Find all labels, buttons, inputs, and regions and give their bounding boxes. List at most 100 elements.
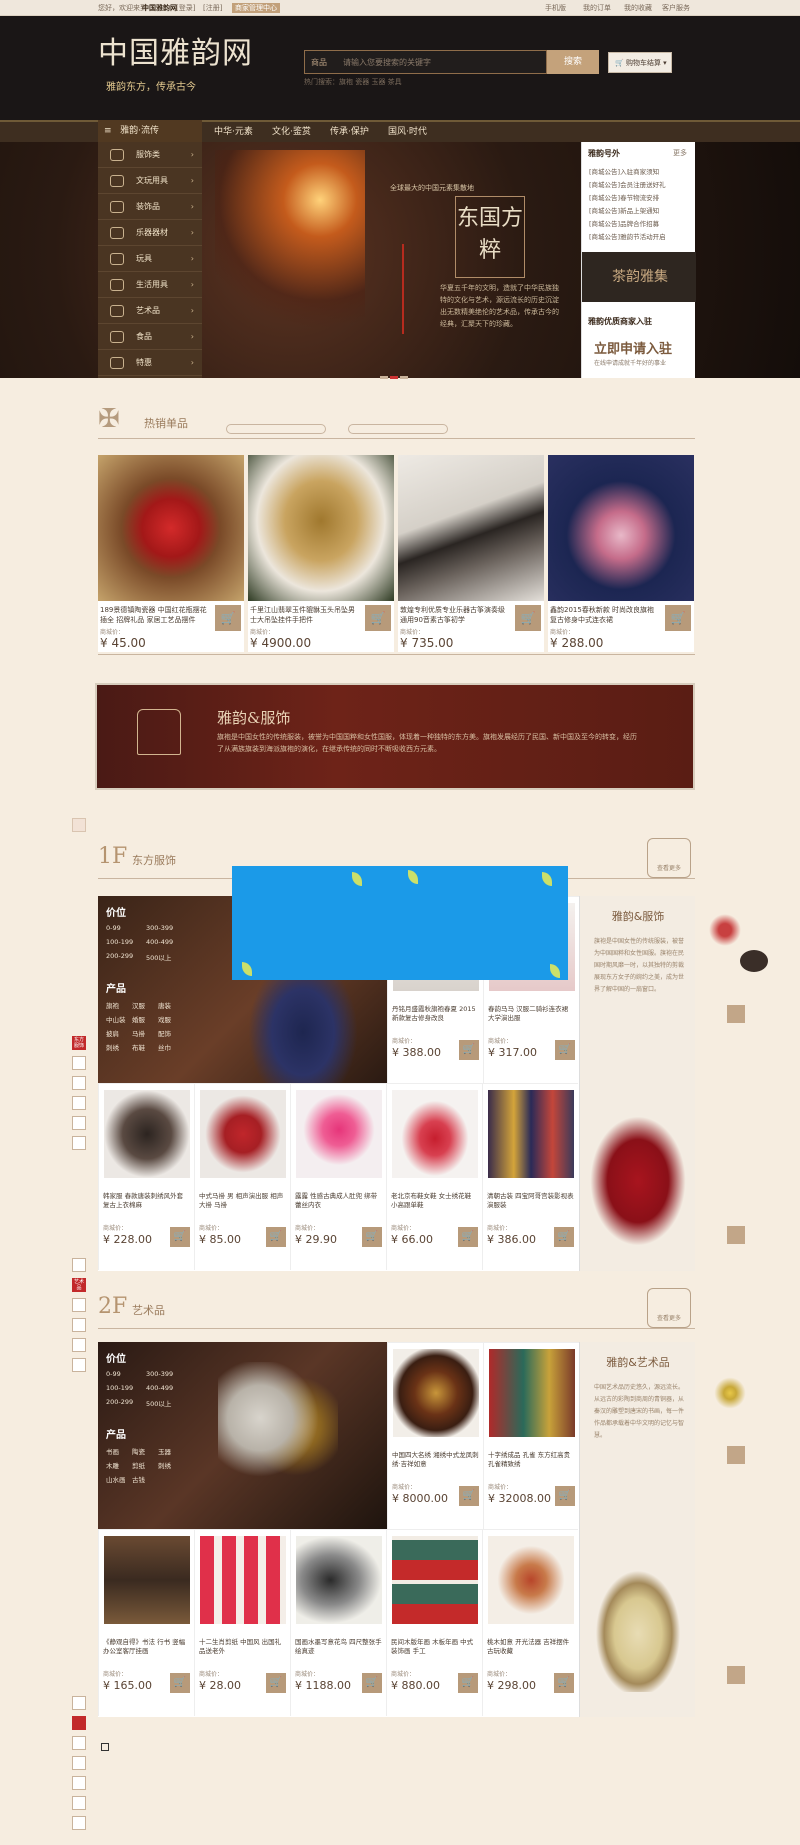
- product-tag[interactable]: 丝巾: [158, 1042, 171, 1052]
- price-filter-option[interactable]: 300-399: [146, 1370, 173, 1378]
- floor-nav-icon[interactable]: [72, 1056, 86, 1070]
- banner-dot[interactable]: [390, 376, 398, 379]
- nav-item-2[interactable]: 文化·鉴赏: [272, 124, 311, 137]
- floor-nav-icon[interactable]: [72, 1696, 86, 1710]
- floor-nav-icon[interactable]: [72, 1116, 86, 1130]
- price-filter-option[interactable]: 200-299: [106, 1398, 133, 1406]
- product-name[interactable]: 韩家服 春款唐装刺绣风外套 复古上衣棉麻: [103, 1192, 191, 1210]
- product-card[interactable]: 189景德镇陶瓷器 中国红花瓶摆花 插全 招牌礼品 家居工艺品摆件 商城价： ¥…: [98, 455, 244, 652]
- product-image[interactable]: [489, 1349, 575, 1437]
- product-name[interactable]: 十二生肖剪纸 中国风 出国礼品送老外: [199, 1638, 287, 1656]
- site-logo[interactable]: 中国雅韵网: [98, 28, 273, 71]
- product-name[interactable]: 鑫韵2015春秋新款 时尚改良旗袍 复古修身中式连衣裙: [550, 605, 660, 625]
- sidebar-item-art[interactable]: 艺术品 ›: [98, 298, 202, 324]
- add-to-cart-button[interactable]: 🛒: [458, 1673, 478, 1693]
- product-name[interactable]: 民间木版年画 木板年画 中式装饰画 手工: [391, 1638, 479, 1656]
- merchant-center-link[interactable]: 商家管理中心: [232, 3, 280, 13]
- search-input[interactable]: 请输入您要搜索的关键字: [343, 57, 431, 68]
- price-filter-option[interactable]: 300-399: [146, 924, 173, 932]
- product-tag[interactable]: 古钱: [132, 1474, 145, 1484]
- product-image[interactable]: [488, 1090, 574, 1178]
- porcelain-jar-image[interactable]: [590, 1562, 686, 1692]
- sidebar-item-living[interactable]: 生活用具 ›: [98, 272, 202, 298]
- nav-item-4[interactable]: 国风·时代: [388, 124, 427, 137]
- product-name[interactable]: 老北京布鞋女鞋 女士绣花鞋 小高跟单鞋: [391, 1192, 479, 1210]
- side-nav-icon[interactable]: [72, 818, 86, 832]
- price-filter-option[interactable]: 200-299: [106, 952, 133, 960]
- product-image-jade[interactable]: [248, 455, 394, 601]
- product-tag[interactable]: 山水画: [106, 1474, 126, 1484]
- product-name[interactable]: 丹铭月盛霞秋旗袍春夏 2015新款复古修身改良: [392, 1005, 480, 1023]
- price-filter-option[interactable]: 100-199: [106, 938, 133, 946]
- floor-nav-icon[interactable]: [72, 1736, 86, 1750]
- floor-nav-icon[interactable]: [72, 1318, 86, 1332]
- price-filter-option[interactable]: 400-499: [146, 1384, 173, 1392]
- add-to-cart-button[interactable]: 🛒: [170, 1227, 190, 1247]
- register-link[interactable]: [注册]: [203, 3, 222, 13]
- service-link[interactable]: 客户服务: [662, 3, 690, 13]
- mini-product-card[interactable]: 十二生肖剪纸 中国风 出国礼品送老外 商城价： ¥ 28.00 🛒: [194, 1529, 290, 1716]
- floor-nav-icon[interactable]: [72, 1338, 86, 1352]
- product-card[interactable]: 敦煌专利优质专业乐器古筝演奏级 通用90音素古筝初学 商城价： ¥ 735.00…: [398, 455, 544, 652]
- add-to-cart-button[interactable]: 🛒: [362, 1673, 382, 1693]
- sidebar-item-clothing[interactable]: 服饰类 ›: [98, 142, 202, 168]
- floor-nav-icon[interactable]: [72, 1136, 86, 1150]
- tea-set-ad[interactable]: 茶韵雅集: [582, 252, 696, 302]
- orders-link[interactable]: 我的订单: [583, 3, 611, 13]
- product-name[interactable]: 千里江山翡翠玉件貔貅玉头吊坠男士大吊坠挂件手把件: [250, 605, 360, 625]
- banner-dots[interactable]: [380, 372, 410, 379]
- product-tag[interactable]: 披肩: [106, 1028, 119, 1038]
- search-category[interactable]: 商品: [311, 57, 327, 68]
- product-image[interactable]: [296, 1090, 382, 1178]
- product-name[interactable]: 国画水墨写意花鸟 四尺整张手绘真迹: [295, 1638, 383, 1656]
- product-tag[interactable]: 配饰: [158, 1028, 171, 1038]
- nav-item-3[interactable]: 传承·保护: [330, 124, 369, 137]
- product-image[interactable]: [104, 1090, 190, 1178]
- news-item[interactable]: [商城公告]入驻商家须知: [589, 166, 659, 176]
- product-name[interactable]: 《静观自得》书法 行书 竖幅 办公室客厅挂画: [103, 1638, 191, 1656]
- mini-product-card[interactable]: 十字绣成品 孔雀 东方红高贵孔雀精致绣 商城价： ¥ 32008.00 🛒: [483, 1342, 579, 1529]
- product-tag[interactable]: 唐装: [158, 1000, 171, 1010]
- floating-ad-overlay[interactable]: [232, 866, 568, 980]
- add-to-cart-button[interactable]: 🛒: [554, 1227, 574, 1247]
- small-square-icon[interactable]: [101, 1743, 109, 1751]
- sidebar-item-special[interactable]: 特惠 ›: [98, 350, 202, 376]
- product-name[interactable]: 十字绣成品 孔雀 东方红高贵孔雀精致绣: [488, 1451, 576, 1469]
- sidebar-item-decor[interactable]: 装饰品 ›: [98, 194, 202, 220]
- product-tag[interactable]: 陶瓷: [132, 1446, 145, 1456]
- nav-item-1[interactable]: 中华·元素: [214, 124, 253, 137]
- mini-product-card[interactable]: 民间木版年画 木板年画 中式装饰画 手工 商城价： ¥ 880.00 🛒: [386, 1529, 482, 1716]
- mini-product-card[interactable]: 国画水墨写意花鸟 四尺整张手绘真迹 商城价： ¥ 1188.00 🛒: [290, 1529, 386, 1716]
- news-item[interactable]: [商城公告]会员注册送好礼: [589, 179, 666, 189]
- product-image[interactable]: [104, 1536, 190, 1624]
- product-name[interactable]: 中式马褂 男 相声演出服 相声大褂 马褂: [199, 1192, 287, 1210]
- search-button[interactable]: 搜索: [547, 50, 599, 74]
- product-image[interactable]: [392, 1090, 478, 1178]
- product-image[interactable]: [392, 1536, 478, 1624]
- hot-search-words[interactable]: 热门搜索：旗袍 瓷器 玉器 茶具: [304, 77, 402, 87]
- news-more-link[interactable]: 更多: [673, 148, 687, 158]
- add-to-cart-button[interactable]: 🛒: [554, 1673, 574, 1693]
- product-name[interactable]: 清朝古装 四宝阿哥宫装影视表演服装: [487, 1192, 575, 1210]
- product-tag[interactable]: 书画: [106, 1446, 119, 1456]
- mini-product-card[interactable]: 中国四大名绣 湘绣中式龙凤刺绣·吉祥如意 商城价： ¥ 8000.00 🛒: [387, 1342, 483, 1529]
- sidebar-item-instruments[interactable]: 乐器器材 ›: [98, 220, 202, 246]
- product-tag[interactable]: 剪纸: [132, 1460, 145, 1470]
- product-image[interactable]: [200, 1536, 286, 1624]
- product-name[interactable]: 露露 性感古典成人肚兜 绑带蕾丝内衣: [295, 1192, 383, 1210]
- product-image[interactable]: [296, 1536, 382, 1624]
- banner-dot[interactable]: [400, 376, 408, 379]
- news-item[interactable]: [商城公告]春节物流安排: [589, 192, 659, 202]
- right-nav-square[interactable]: [727, 1446, 745, 1464]
- floor-nav-icon[interactable]: [72, 1796, 86, 1810]
- right-nav-square[interactable]: [727, 1666, 745, 1684]
- price-filter-option[interactable]: 400-499: [146, 938, 173, 946]
- mini-product-card[interactable]: 清朝古装 四宝阿哥宫装影视表演服装 商城价： ¥ 386.00 🛒: [482, 1083, 578, 1270]
- floor-nav-icon[interactable]: [72, 1258, 86, 1272]
- add-to-cart-button[interactable]: 🛒: [365, 605, 391, 631]
- product-tag[interactable]: 旗袍: [106, 1000, 119, 1010]
- favorites-link[interactable]: 我的收藏: [624, 3, 652, 13]
- add-to-cart-button[interactable]: 🛒: [555, 1040, 575, 1060]
- add-to-cart-button[interactable]: 🛒: [458, 1227, 478, 1247]
- mini-product-card[interactable]: 露露 性感古典成人肚兜 绑带蕾丝内衣 商城价： ¥ 29.90 🛒: [290, 1083, 386, 1270]
